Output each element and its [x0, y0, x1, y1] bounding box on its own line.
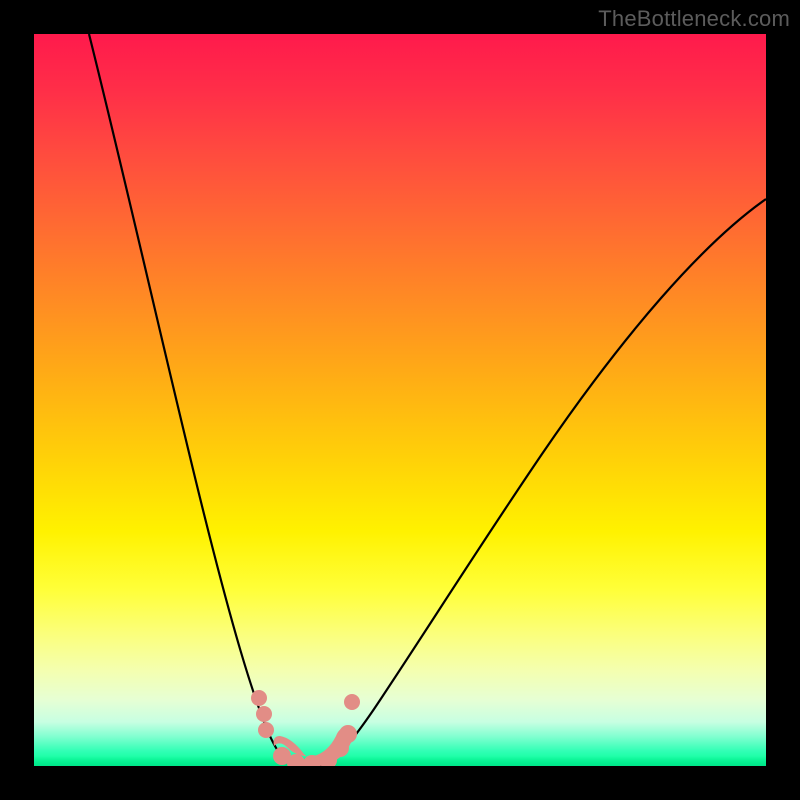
data-point-left-3	[258, 722, 274, 738]
curve-layer	[34, 34, 766, 766]
data-point-right-1	[344, 694, 360, 710]
data-point-valley-6	[339, 725, 357, 743]
bottleneck-curve-left	[89, 34, 294, 766]
data-point-left-2	[256, 706, 272, 722]
watermark-text: TheBottleneck.com	[598, 6, 790, 32]
bottleneck-curve-right	[324, 199, 766, 766]
chart-frame: TheBottleneck.com	[0, 0, 800, 800]
data-point-left-1	[251, 690, 267, 706]
plot-area	[34, 34, 766, 766]
